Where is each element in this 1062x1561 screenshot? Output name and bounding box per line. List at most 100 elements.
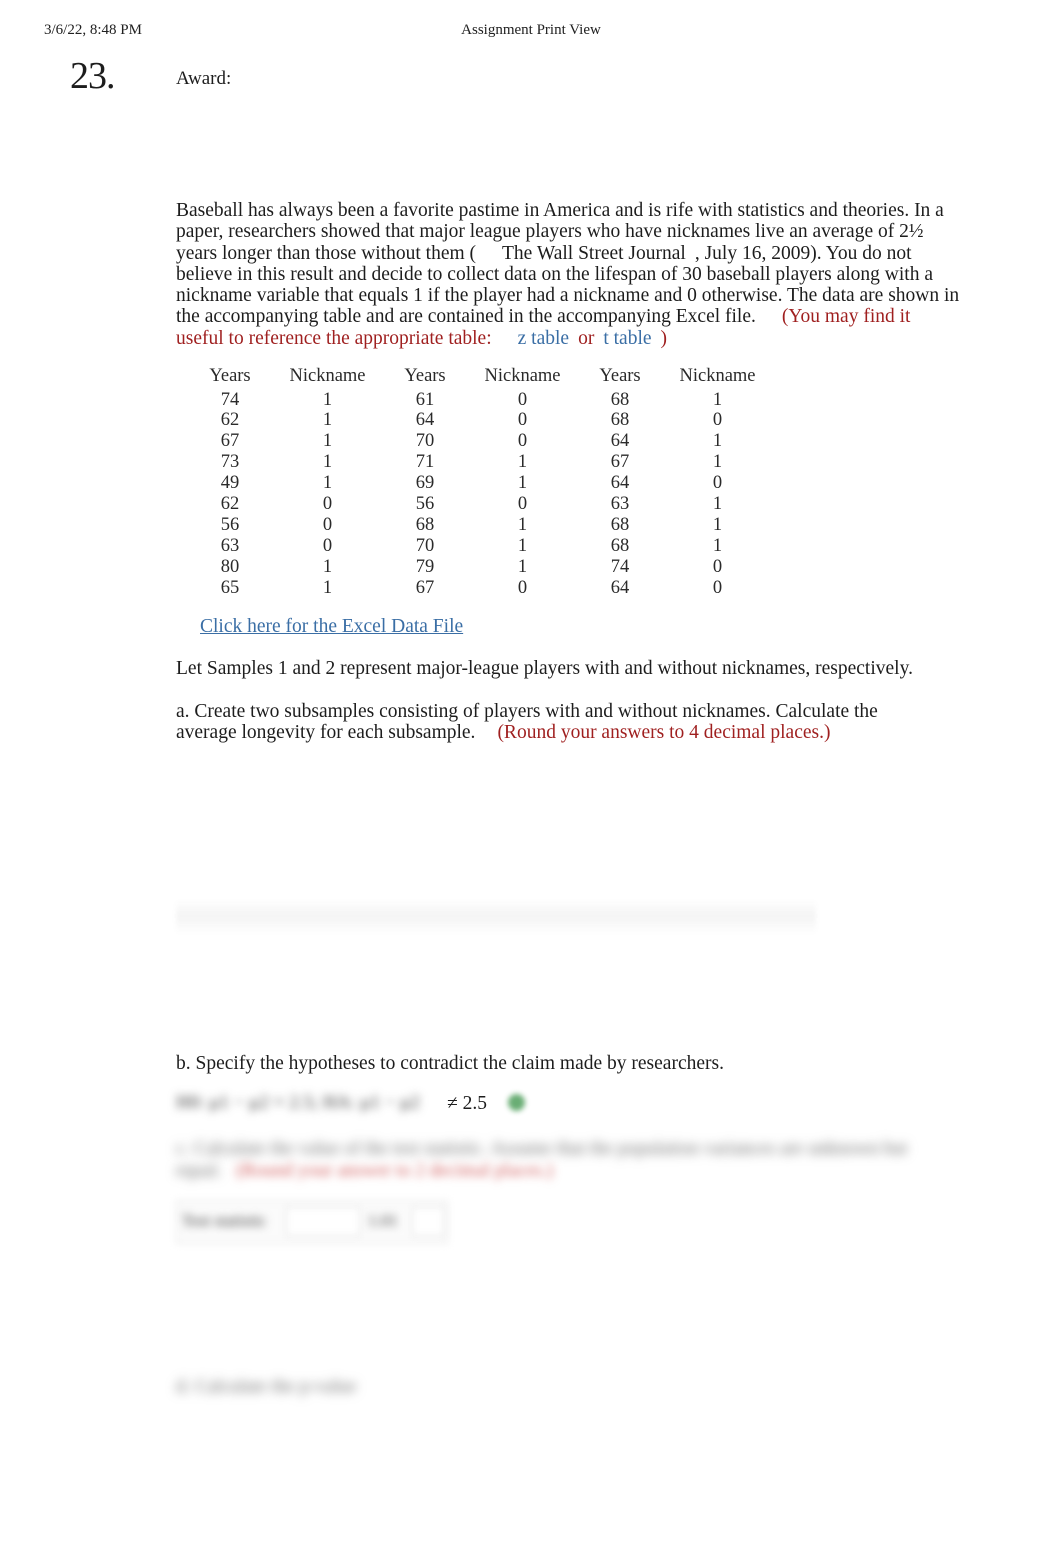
cell-nickname: 0 bbox=[517, 431, 528, 452]
part-a-line-2: longevity for each subsample. bbox=[241, 722, 476, 744]
obscured-answer-area-a bbox=[176, 900, 816, 934]
cell-years: 65 bbox=[220, 577, 240, 598]
obscured-part-d-line: d. Calculate the p-value. bbox=[176, 1376, 356, 1397]
cell-years: 70 bbox=[415, 535, 435, 556]
column-header-years-2: Years bbox=[404, 366, 446, 386]
table-row: 74 1 61 0 68 1 bbox=[186, 390, 771, 411]
stem-line-6a: accompanying table and are contained in … bbox=[204, 306, 756, 328]
cell-nickname: 1 bbox=[517, 473, 528, 494]
cell-years: 68 bbox=[610, 514, 630, 535]
cell-years: 70 bbox=[415, 431, 435, 452]
correct-answer-indicator-icon bbox=[508, 1094, 525, 1111]
cell-nickname: 1 bbox=[712, 431, 723, 452]
cell-nickname: 1 bbox=[322, 431, 333, 452]
table-row: 65 1 67 0 64 0 bbox=[186, 578, 771, 599]
obscured-test-statistic-value: 1.01 bbox=[368, 1211, 398, 1230]
obscured-test-statistic-label: Test statistic bbox=[182, 1211, 267, 1230]
cell-years: 68 bbox=[610, 389, 630, 410]
cell-nickname: 1 bbox=[517, 514, 528, 535]
cell-years: 63 bbox=[220, 535, 240, 556]
cell-years: 79 bbox=[415, 556, 435, 577]
part-b-answer-value: ≠ 2.5 bbox=[447, 1093, 487, 1114]
cell-years: 64 bbox=[415, 410, 435, 431]
cell-nickname: 1 bbox=[712, 389, 723, 410]
obscured-hypothesis-expression: H0: μ1 − μ2 = 2.5; HA: μ1 − μ2 bbox=[176, 1092, 420, 1113]
table-row: 49 1 69 1 64 0 bbox=[186, 473, 771, 495]
stem-reference-label: reference the appropriate table: bbox=[248, 327, 492, 349]
column-header-nickname-3: Nickname bbox=[679, 366, 756, 386]
table-header-row: Years Nickname Years Nickname Years Nick… bbox=[186, 366, 771, 390]
cell-years: 56 bbox=[220, 514, 240, 535]
cell-nickname: 0 bbox=[322, 535, 333, 556]
cell-nickname: 1 bbox=[322, 473, 333, 494]
table-row: 63 0 70 1 68 1 bbox=[186, 536, 771, 557]
cell-years: 49 bbox=[220, 473, 240, 494]
cell-nickname: 1 bbox=[322, 410, 333, 431]
cell-nickname: 0 bbox=[517, 494, 528, 515]
cell-years: 67 bbox=[610, 452, 630, 473]
column-header-years-1: Years bbox=[209, 366, 251, 386]
obscured-part-c-line-2: equal. bbox=[176, 1160, 222, 1181]
let-samples-text: Let Samples 1 and 2 represent major-leag… bbox=[176, 658, 913, 679]
cell-nickname: 1 bbox=[322, 452, 333, 473]
cell-years: 80 bbox=[220, 556, 240, 577]
cell-nickname: 0 bbox=[712, 577, 723, 598]
cell-years: 56 bbox=[415, 494, 435, 515]
cell-years: 67 bbox=[415, 577, 435, 598]
cell-nickname: 0 bbox=[322, 514, 333, 535]
cell-years: 67 bbox=[220, 431, 240, 452]
question-number: 23. bbox=[70, 55, 115, 97]
z-table-link[interactable]: z table bbox=[518, 328, 569, 349]
table-body: 74 1 61 0 68 1 62 1 64 0 68 0 67 1 70 0 … bbox=[186, 390, 771, 599]
obscured-test-statistic-indicator bbox=[412, 1207, 444, 1236]
part-b-prompt: b. Specify the hypotheses to contradict … bbox=[176, 1053, 724, 1074]
excel-data-file-link[interactable]: Click here for the Excel Data File bbox=[200, 616, 463, 638]
cell-nickname: 1 bbox=[517, 452, 528, 473]
cell-nickname: 1 bbox=[712, 452, 723, 473]
cell-years: 73 bbox=[220, 452, 240, 473]
cell-years: 74 bbox=[220, 389, 240, 410]
cell-years: 64 bbox=[610, 431, 630, 452]
baseball-data-table: Years Nickname Years Nickname Years Nick… bbox=[186, 366, 771, 599]
cell-years: 63 bbox=[610, 494, 630, 515]
cell-years: 68 bbox=[610, 410, 630, 431]
stem-paren-close: ) bbox=[660, 327, 668, 349]
obscured-test-statistic-input[interactable] bbox=[286, 1207, 360, 1236]
table-row: 73 1 71 1 67 1 bbox=[186, 452, 771, 474]
stem-line-2: paper, researchers showed that major lea… bbox=[176, 221, 924, 243]
table-row: 62 0 56 0 63 1 bbox=[186, 494, 771, 515]
cell-years: 71 bbox=[415, 452, 435, 473]
cell-years: 62 bbox=[220, 410, 240, 431]
cell-years: 68 bbox=[415, 514, 435, 535]
t-table-link[interactable]: t table bbox=[603, 328, 651, 349]
cell-nickname: 0 bbox=[517, 410, 528, 431]
cell-nickname: 0 bbox=[712, 410, 723, 431]
table-row: 56 0 68 1 68 1 bbox=[186, 515, 771, 536]
cell-nickname: 1 bbox=[517, 535, 528, 556]
table-row: 80 1 79 1 74 0 bbox=[186, 557, 771, 578]
table-row: 62 1 64 0 68 0 bbox=[186, 411, 771, 432]
cell-nickname: 0 bbox=[712, 473, 723, 494]
cell-nickname: 1 bbox=[712, 494, 723, 515]
part-a-prompt: a. Create two subsamples consisting of p… bbox=[176, 701, 936, 744]
cell-years: 69 bbox=[415, 473, 435, 494]
table-row: 67 1 70 0 64 1 bbox=[186, 432, 771, 453]
cell-nickname: 0 bbox=[322, 494, 333, 515]
cell-nickname: 1 bbox=[712, 535, 723, 556]
cell-nickname: 1 bbox=[322, 556, 333, 577]
cell-nickname: 1 bbox=[322, 577, 333, 598]
cell-years: 61 bbox=[415, 389, 435, 410]
print-header: 3/6/22, 8:48 PM Assignment Print View bbox=[0, 22, 1062, 46]
obscured-part-c-line-1: c. Calculate the value of the test stati… bbox=[176, 1138, 906, 1159]
cell-nickname: 1 bbox=[712, 514, 723, 535]
column-header-nickname-2: Nickname bbox=[484, 366, 561, 386]
question-stem: Baseball has always been a favorite past… bbox=[176, 200, 960, 349]
award-label: Award: bbox=[176, 68, 232, 89]
cell-nickname: 0 bbox=[517, 577, 528, 598]
stem-source: The Wall Street Journal bbox=[502, 242, 686, 264]
stem-or: or bbox=[578, 327, 595, 349]
part-a-rounding-note: (Round your answers to 4 decimal places.… bbox=[497, 722, 831, 744]
cell-nickname: 1 bbox=[322, 389, 333, 410]
cell-years: 62 bbox=[220, 494, 240, 515]
cell-nickname: 0 bbox=[712, 556, 723, 577]
